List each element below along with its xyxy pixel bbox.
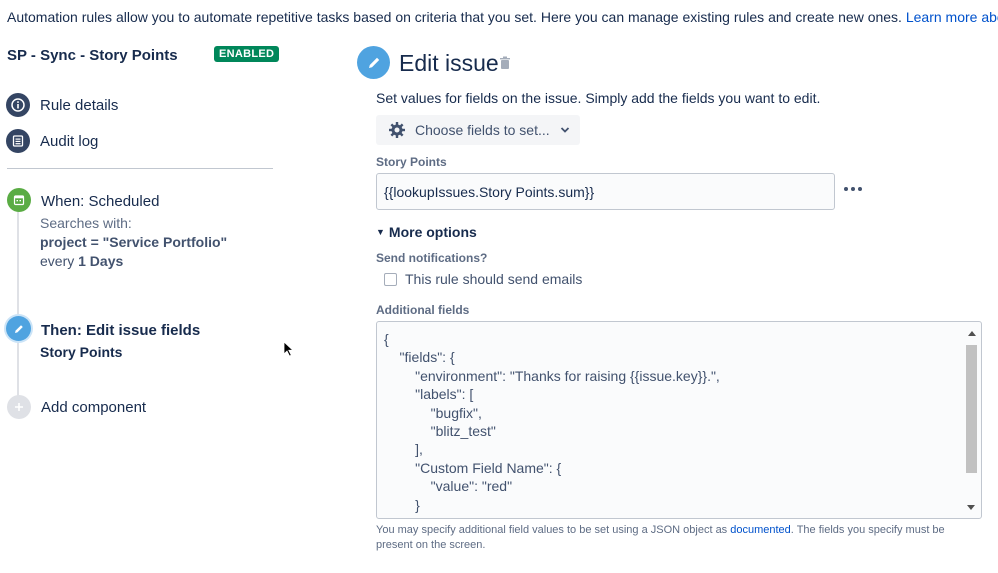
- editor-title: Edit issue: [399, 50, 499, 76]
- more-actions-icon[interactable]: [844, 183, 862, 195]
- more-options-toggle[interactable]: ▼ More options: [376, 224, 477, 240]
- pencil-icon[interactable]: [6, 316, 31, 341]
- json-line: "value": "red": [384, 478, 513, 495]
- story-points-label: Story Points: [376, 155, 447, 169]
- additional-fields-textarea[interactable]: { "fields": { "environment": "Thanks for…: [376, 321, 982, 519]
- scroll-up-arrow-icon[interactable]: [967, 331, 976, 336]
- json-line: "fields": {: [384, 349, 455, 366]
- documented-link[interactable]: documented: [730, 524, 791, 536]
- intro-description: Automation rules allow you to automate r…: [7, 9, 906, 25]
- nav-audit-log-label: Audit log: [40, 132, 99, 150]
- list-icon: [6, 129, 30, 153]
- scrollbar[interactable]: [964, 327, 979, 514]
- json-line: {: [384, 331, 389, 347]
- trigger-step-title[interactable]: When: Scheduled: [41, 193, 159, 210]
- intro-text: Automation rules allow you to automate r…: [7, 9, 998, 25]
- action-step-field: Story Points: [40, 344, 123, 360]
- rule-title: SP - Sync - Story Points: [7, 47, 178, 64]
- nav-rule-details-label: Rule details: [40, 96, 119, 114]
- chevron-down-icon: [560, 127, 569, 133]
- trigger-query: project = "Service Portfolio": [40, 234, 228, 250]
- timeline-connector: [17, 208, 19, 318]
- additional-fields-help: You may specify additional field values …: [376, 523, 976, 553]
- trash-icon[interactable]: [499, 56, 511, 70]
- trigger-every-label: every: [40, 253, 75, 269]
- send-emails-label: This rule should send emails: [405, 271, 583, 287]
- chevron-down-icon: ▼: [376, 227, 385, 237]
- send-emails-option[interactable]: This rule should send emails: [384, 271, 582, 287]
- gear-icon: [389, 122, 405, 138]
- trigger-searches-label: Searches with:: [40, 215, 132, 231]
- action-step-title[interactable]: Then: Edit issue fields: [41, 322, 200, 339]
- json-line: "bugfix",: [384, 404, 482, 421]
- send-notifications-label: Send notifications?: [376, 251, 488, 265]
- learn-more-link[interactable]: Learn more about automation: [906, 9, 998, 25]
- additional-fields-label: Additional fields: [376, 303, 470, 317]
- json-line: "Custom Field Name": {: [384, 459, 562, 476]
- trigger-schedule: every 1 Days: [40, 253, 123, 269]
- add-component-button[interactable]: Add component: [41, 399, 146, 416]
- edit-pencil-icon: [357, 46, 390, 79]
- json-content: { "fields": { "environment": "Thanks for…: [384, 330, 720, 514]
- mouse-cursor-icon: [283, 341, 295, 357]
- timeline-connector: [17, 340, 19, 398]
- info-icon: [6, 93, 30, 117]
- trigger-every-value: 1 Days: [78, 253, 124, 269]
- calendar-icon[interactable]: [7, 188, 31, 212]
- status-badge: ENABLED: [214, 46, 280, 62]
- help-text-start: You may specify additional field values …: [376, 524, 731, 536]
- json-line: "blitz_test": [384, 422, 496, 439]
- nav-audit-log[interactable]: Audit log: [6, 129, 98, 153]
- editor-description: Set values for fields on the issue. Simp…: [376, 90, 821, 106]
- scroll-thumb[interactable]: [966, 345, 977, 473]
- json-line: }: [384, 496, 420, 513]
- divider: [7, 168, 273, 169]
- plus-icon[interactable]: [7, 395, 31, 419]
- more-options-label: More options: [388, 224, 477, 240]
- json-line: "labels": [: [384, 386, 474, 403]
- choose-fields-button[interactable]: Choose fields to set...: [376, 115, 580, 145]
- choose-fields-label: Choose fields to set...: [415, 122, 550, 138]
- nav-rule-details[interactable]: Rule details: [6, 93, 118, 117]
- story-points-input[interactable]: {{lookupIssues.Story Points.sum}}: [376, 173, 835, 210]
- json-line: "environment": "Thanks for raising {{iss…: [384, 367, 720, 384]
- send-emails-checkbox[interactable]: [384, 272, 397, 286]
- scroll-down-arrow-icon[interactable]: [967, 505, 975, 510]
- json-line: ],: [384, 441, 423, 458]
